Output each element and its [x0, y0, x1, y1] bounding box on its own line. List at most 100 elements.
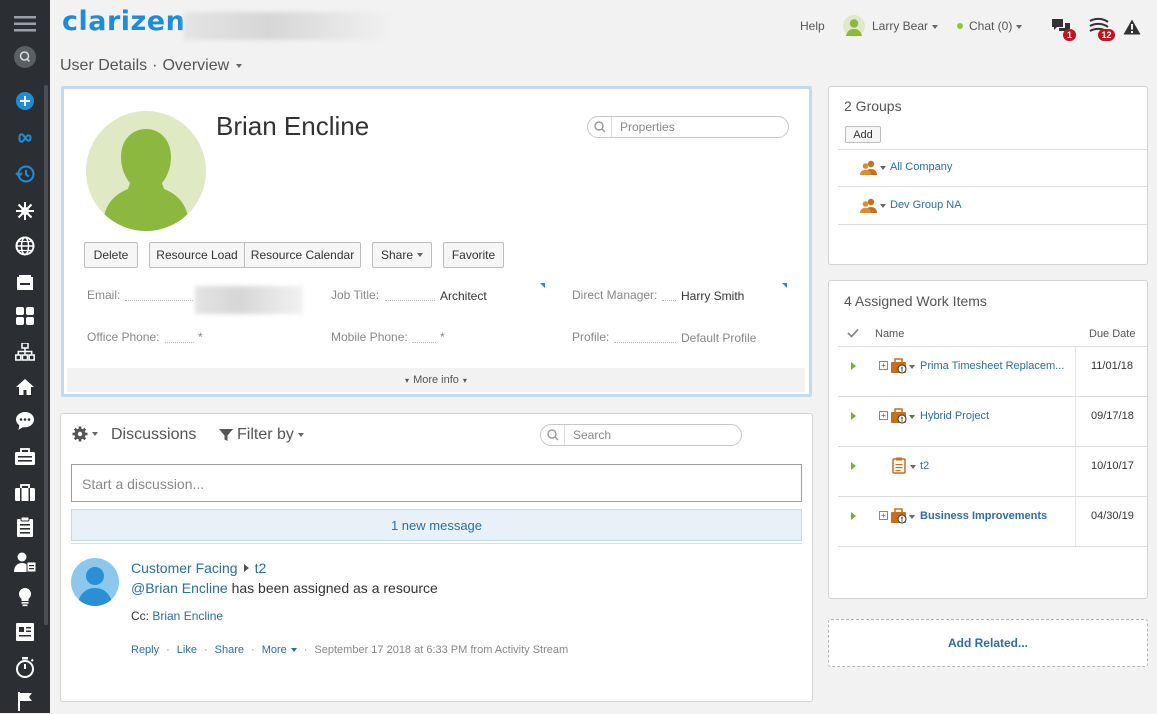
briefcase-icon[interactable]	[0, 480, 50, 506]
delete-button[interactable]: Delete	[84, 242, 138, 268]
home-icon[interactable]	[0, 374, 50, 400]
work-item-name[interactable]: Prima Timesheet Replacem...	[920, 360, 1064, 372]
expand-arrow-icon[interactable]	[851, 362, 856, 370]
breadcrumb-separator: ·	[152, 57, 158, 74]
history-icon[interactable]	[0, 161, 50, 187]
favorite-button[interactable]: Favorite	[443, 242, 504, 268]
help-link[interactable]: Help	[800, 19, 825, 33]
group-link-all-company[interactable]: All Company	[890, 161, 952, 173]
view-selector[interactable]: Overview	[162, 57, 229, 75]
new-message-banner[interactable]: 1 new message	[71, 509, 802, 541]
expand-arrow-icon[interactable]	[851, 412, 856, 420]
table-row[interactable]: t2 10/10/17	[838, 447, 1147, 489]
news-icon[interactable]	[0, 619, 50, 645]
chat-menu[interactable]: Chat (0)	[969, 19, 1023, 33]
globe-icon[interactable]	[0, 233, 50, 259]
share-link[interactable]: Share	[215, 644, 244, 656]
filter-by-dropdown[interactable]: Filter by	[219, 426, 304, 444]
post-avatar[interactable]	[71, 558, 119, 606]
warning-icon	[1123, 19, 1141, 35]
top-bar: clarizen Help Larry Bear Chat (0) 1 12	[50, 0, 1157, 52]
chat-bubble-icon[interactable]	[0, 408, 50, 434]
clarizen-logo[interactable]: clarizen	[62, 6, 185, 37]
chevron-down-icon	[92, 432, 98, 436]
checkmark-icon[interactable]	[847, 327, 859, 341]
profile-value[interactable]: Default Profile	[681, 331, 756, 345]
mention-link[interactable]: @Brian Encline	[131, 580, 228, 596]
discussions-search[interactable]: Search	[540, 424, 742, 446]
briefcase-list-icon[interactable]	[0, 444, 50, 470]
stopwatch-icon[interactable]	[0, 654, 50, 680]
email-value-redacted[interactable]	[195, 286, 303, 314]
group-menu-dev-group-na[interactable]	[860, 197, 890, 215]
chevron-down-icon[interactable]	[909, 515, 915, 519]
network-icon[interactable]	[0, 198, 50, 224]
cc-label: Cc:	[131, 609, 149, 623]
reply-link[interactable]: Reply	[131, 644, 159, 656]
properties-search[interactable]: Properties	[587, 116, 789, 138]
table-row[interactable]: + Prima Timesheet Replacem... 11/01/18	[838, 347, 1147, 389]
start-discussion-input[interactable]: Start a discussion...	[71, 464, 802, 502]
chevron-down-icon[interactable]	[909, 365, 915, 369]
flag-icon[interactable]	[0, 688, 50, 714]
field-dots	[385, 300, 435, 301]
job-title-label: Job Title:	[331, 288, 380, 302]
expand-arrow-icon[interactable]	[851, 512, 856, 520]
work-item-name[interactable]: Business Improvements	[920, 510, 1047, 522]
resource-load-button[interactable]: Resource Load	[149, 242, 245, 268]
breadcrumb-section[interactable]: User Details	[60, 57, 147, 75]
work-item-due: 09/17/18	[1091, 410, 1134, 422]
work-item-name[interactable]: Hybrid Project	[920, 410, 989, 422]
post-target-link[interactable]: t2	[255, 560, 267, 576]
divider	[838, 546, 1147, 547]
apps-icon[interactable]	[0, 303, 50, 329]
like-link[interactable]: Like	[177, 644, 197, 656]
alerts-button[interactable]	[1123, 19, 1141, 35]
group-link-dev-group-na[interactable]: Dev Group NA	[890, 199, 962, 211]
col-header-name[interactable]: Name	[875, 328, 904, 340]
add-icon[interactable]	[0, 88, 50, 114]
expand-arrow-icon[interactable]	[851, 462, 856, 470]
discussions-settings[interactable]	[72, 426, 98, 442]
profile-avatar[interactable]	[86, 111, 206, 231]
table-row[interactable]: + Business Improvements 04/30/19	[838, 497, 1147, 539]
work-item-name[interactable]: t2	[920, 460, 929, 472]
chevron-down-icon[interactable]	[236, 64, 243, 68]
infinity-icon[interactable]	[0, 124, 50, 150]
inbox-icon[interactable]	[0, 270, 50, 296]
activity-stream-button[interactable]: 12	[1088, 17, 1120, 43]
field-dots	[125, 300, 193, 301]
comments-button[interactable]: 1	[1050, 17, 1078, 43]
chevron-down-icon[interactable]	[909, 415, 915, 419]
group-menu-all-company[interactable]	[860, 159, 890, 177]
office-phone-value[interactable]: *	[198, 330, 203, 344]
resource-calendar-button[interactable]: Resource Calendar	[244, 242, 361, 268]
add-related-button[interactable]: Add Related...	[828, 619, 1148, 667]
hierarchy-icon[interactable]	[0, 339, 50, 365]
user-avatar[interactable]	[843, 15, 865, 37]
mobile-phone-value[interactable]: *	[440, 330, 445, 344]
more-link[interactable]: More	[262, 644, 287, 656]
filter-by-label: Filter by	[237, 426, 294, 443]
table-row[interactable]: + Hybrid Project 09/17/18	[838, 397, 1147, 439]
add-group-button[interactable]: Add	[845, 126, 881, 143]
chevron-down-icon[interactable]	[910, 465, 916, 469]
plus-box-icon[interactable]: +	[879, 411, 888, 420]
cc-name-link[interactable]: Brian Encline	[152, 609, 223, 623]
clipboard-icon[interactable]	[0, 514, 50, 540]
job-title-value[interactable]: Architect	[440, 289, 487, 303]
sidebar-scrollbar[interactable]	[44, 85, 48, 625]
col-header-due-date[interactable]: Due Date	[1089, 328, 1135, 340]
menu-icon[interactable]	[0, 11, 50, 37]
lightbulb-icon[interactable]	[0, 584, 50, 610]
post-source-link[interactable]: Customer Facing	[131, 560, 238, 576]
direct-manager-value[interactable]: Harry Smith	[681, 289, 744, 303]
share-button[interactable]: Share	[372, 242, 432, 268]
chevron-down-icon[interactable]	[290, 648, 297, 652]
search-icon[interactable]	[0, 44, 50, 70]
plus-box-icon[interactable]: +	[879, 361, 888, 370]
user-details-icon[interactable]	[0, 549, 50, 575]
more-info-toggle[interactable]: ▾ More info ▾	[67, 368, 805, 392]
user-menu[interactable]: Larry Bear	[872, 19, 939, 33]
plus-box-icon[interactable]: +	[879, 511, 888, 520]
